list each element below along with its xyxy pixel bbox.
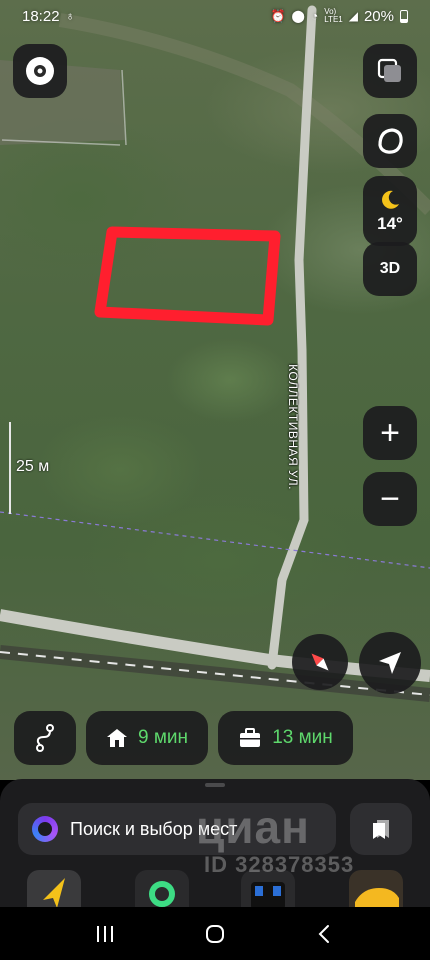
home-icon xyxy=(106,729,127,747)
battery-percent: 20% xyxy=(363,7,394,25)
home-route-chip[interactable]: 9 мин xyxy=(86,711,208,765)
layers-button[interactable] xyxy=(363,44,417,98)
status-bar: 18:22 ♁ ⏰ ⬤ ◔ Vo) LTE1 ◢ 20% xyxy=(0,0,430,32)
map-mode-icon xyxy=(378,128,403,154)
avatar-icon xyxy=(26,57,54,85)
taxi-app-icon[interactable] xyxy=(349,870,403,910)
battery-icon xyxy=(400,9,408,23)
my-location-button[interactable] xyxy=(359,632,421,694)
home-route-time: 9 мин xyxy=(137,727,188,748)
bookmarks-button[interactable] xyxy=(350,803,412,855)
bookmarks-icon xyxy=(373,820,389,839)
wifi-icon: ◔ xyxy=(310,9,319,23)
work-route-chip[interactable]: 13 мин xyxy=(218,711,353,765)
navigator-app-icon[interactable] xyxy=(27,870,81,910)
weather-button[interactable]: 14° xyxy=(363,176,417,246)
work-route-time: 13 мин xyxy=(272,727,333,748)
briefcase-icon xyxy=(240,728,261,747)
status-time: 18:22 xyxy=(22,7,60,25)
location-icon: ⬤ xyxy=(291,9,305,23)
marked-plot xyxy=(94,226,281,326)
home-nav-icon[interactable] xyxy=(204,923,226,945)
sheet-handle[interactable] xyxy=(205,783,225,787)
volte-icon: Vo) LTE1 xyxy=(324,7,343,24)
alice-assistant-icon[interactable] xyxy=(32,816,58,842)
routes-button[interactable] xyxy=(14,711,76,765)
3d-mode-button[interactable]: 3D xyxy=(363,242,417,296)
scale-label: 25 м xyxy=(16,458,50,475)
recent-apps-icon[interactable] xyxy=(94,924,116,944)
layers-icon xyxy=(377,58,401,82)
road-kollektivnaya xyxy=(267,5,317,670)
back-icon[interactable] xyxy=(314,923,336,945)
go-app-icon[interactable] xyxy=(135,870,189,910)
watermark-brand: циан xyxy=(196,801,310,853)
map-mode-button[interactable] xyxy=(363,114,417,168)
compass-button[interactable] xyxy=(292,634,348,690)
route-icon xyxy=(36,724,54,752)
weather-temperature: 14° xyxy=(377,214,403,233)
zoom-in-button[interactable]: + xyxy=(363,406,417,460)
system-nav-bar xyxy=(0,907,430,960)
compass-icon xyxy=(311,653,329,671)
street-label: КОЛЛЕКТИВНАЯ УЛ. xyxy=(285,364,300,490)
signal-icon: ◢ xyxy=(348,9,358,23)
notification-icon: ♁ xyxy=(65,9,75,23)
watermark-id: ID 328378353 xyxy=(204,852,355,877)
zoom-out-button[interactable]: − xyxy=(363,472,417,526)
alarm-icon: ⏰ xyxy=(270,9,286,23)
location-arrow-icon xyxy=(379,652,401,674)
boundary-line xyxy=(0,511,430,569)
profile-button[interactable] xyxy=(13,44,67,98)
moon-icon xyxy=(382,190,399,209)
